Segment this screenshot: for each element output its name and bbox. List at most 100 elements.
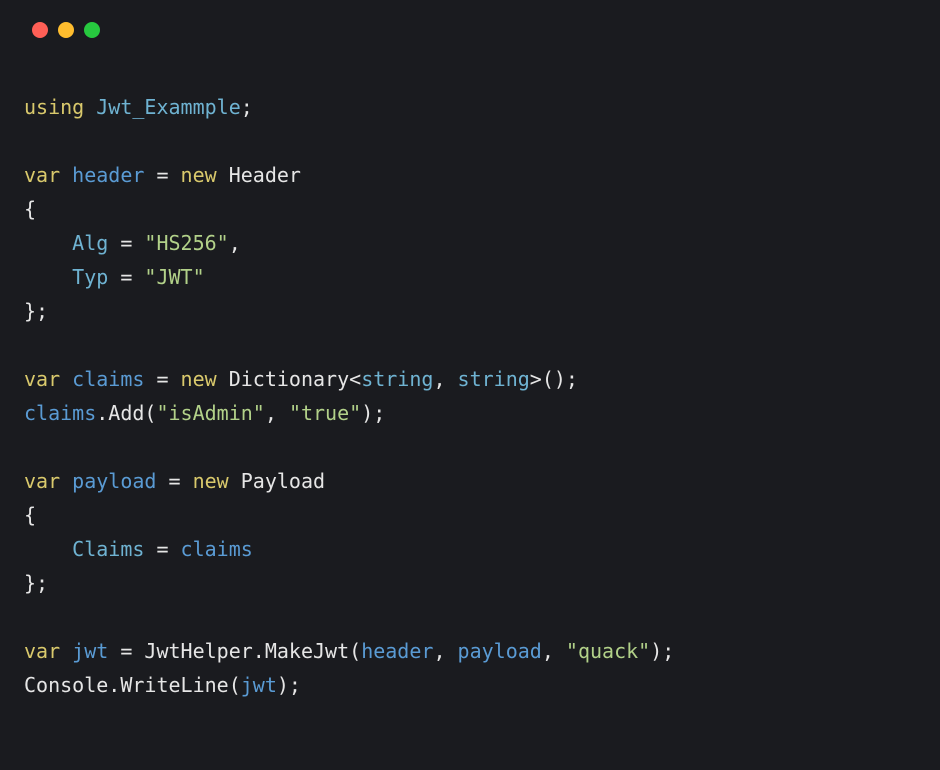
code-token: Header	[229, 163, 301, 187]
code-token: .	[96, 401, 108, 425]
code-token: Console	[24, 673, 108, 697]
code-token: var	[24, 367, 60, 391]
code-token: =	[156, 469, 192, 493]
code-token: ;	[241, 95, 253, 119]
code-token: {	[24, 503, 36, 527]
code-token	[60, 163, 72, 187]
code-token: Jwt_Exammple	[96, 95, 241, 119]
code-token: claims	[72, 367, 144, 391]
code-token: );	[361, 401, 385, 425]
code-token: using	[24, 95, 84, 119]
code-token: claims	[181, 537, 253, 561]
code-token: Payload	[241, 469, 325, 493]
code-line	[24, 124, 916, 158]
code-token: "HS256"	[144, 231, 228, 255]
code-token: Alg	[72, 231, 108, 255]
code-token: >	[530, 367, 542, 391]
code-token: payload	[72, 469, 156, 493]
code-line: };	[24, 294, 916, 328]
code-token: (	[229, 673, 241, 697]
code-line: using Jwt_Exammple;	[24, 90, 916, 124]
code-token: };	[24, 299, 48, 323]
code-token: ,	[433, 639, 457, 663]
code-window: using Jwt_Exammple; var header = new Hea…	[0, 0, 940, 770]
code-token	[60, 367, 72, 391]
code-token: =	[108, 265, 144, 289]
code-token: var	[24, 639, 60, 663]
code-token	[60, 639, 72, 663]
maximize-icon[interactable]	[84, 22, 100, 38]
code-line: Console.WriteLine(jwt);	[24, 668, 916, 702]
code-token: .	[108, 673, 120, 697]
code-token: "quack"	[566, 639, 650, 663]
code-token: "JWT"	[144, 265, 204, 289]
code-line: Claims = claims	[24, 532, 916, 566]
code-token	[24, 537, 72, 561]
code-token: Claims	[72, 537, 144, 561]
code-token: var	[24, 469, 60, 493]
code-token	[24, 231, 72, 255]
code-line	[24, 328, 916, 362]
code-line	[24, 430, 916, 464]
code-editor: using Jwt_Exammple; var header = new Hea…	[0, 38, 940, 726]
close-icon[interactable]	[32, 22, 48, 38]
code-token: WriteLine	[120, 673, 228, 697]
code-token: ();	[542, 367, 578, 391]
code-token: "true"	[289, 401, 361, 425]
code-token: =	[144, 367, 180, 391]
code-token: Add	[108, 401, 144, 425]
code-token: "isAdmin"	[156, 401, 264, 425]
code-token: jwt	[241, 673, 277, 697]
code-token: ,	[229, 231, 241, 255]
code-token: (	[144, 401, 156, 425]
code-line: {	[24, 192, 916, 226]
code-token: string	[458, 367, 530, 391]
code-line: var claims = new Dictionary<string, stri…	[24, 362, 916, 396]
code-token	[229, 469, 241, 493]
code-token	[60, 469, 72, 493]
code-line: Typ = "JWT"	[24, 260, 916, 294]
window-titlebar	[0, 0, 940, 38]
code-token: ,	[542, 639, 566, 663]
code-token: <	[349, 367, 361, 391]
code-line: var jwt = JwtHelper.MakeJwt(header, payl…	[24, 634, 916, 668]
code-token: ,	[265, 401, 289, 425]
code-token: new	[181, 367, 217, 391]
code-token: jwt	[72, 639, 108, 663]
code-token: ,	[433, 367, 457, 391]
code-token: new	[181, 163, 217, 187]
code-token: header	[361, 639, 433, 663]
code-token: claims	[24, 401, 96, 425]
code-token: };	[24, 571, 48, 595]
code-token: (	[349, 639, 361, 663]
code-token	[217, 367, 229, 391]
code-line: {	[24, 498, 916, 532]
code-token	[24, 265, 72, 289]
code-line: var payload = new Payload	[24, 464, 916, 498]
code-line: Alg = "HS256",	[24, 226, 916, 260]
code-token: string	[361, 367, 433, 391]
code-token: var	[24, 163, 60, 187]
code-token: );	[277, 673, 301, 697]
code-token: MakeJwt	[265, 639, 349, 663]
code-line: };	[24, 566, 916, 600]
code-token: .	[253, 639, 265, 663]
code-token: =	[108, 231, 144, 255]
code-token: Typ	[72, 265, 108, 289]
code-token: =	[108, 639, 144, 663]
code-token: =	[144, 537, 180, 561]
code-token	[84, 95, 96, 119]
minimize-icon[interactable]	[58, 22, 74, 38]
code-token: Dictionary	[229, 367, 349, 391]
code-token: );	[650, 639, 674, 663]
code-line	[24, 600, 916, 634]
code-token	[217, 163, 229, 187]
code-token: payload	[458, 639, 542, 663]
code-token: JwtHelper	[144, 639, 252, 663]
code-token: header	[72, 163, 144, 187]
code-line: var header = new Header	[24, 158, 916, 192]
code-line: claims.Add("isAdmin", "true");	[24, 396, 916, 430]
code-token: new	[193, 469, 229, 493]
code-token: {	[24, 197, 36, 221]
code-token: =	[144, 163, 180, 187]
